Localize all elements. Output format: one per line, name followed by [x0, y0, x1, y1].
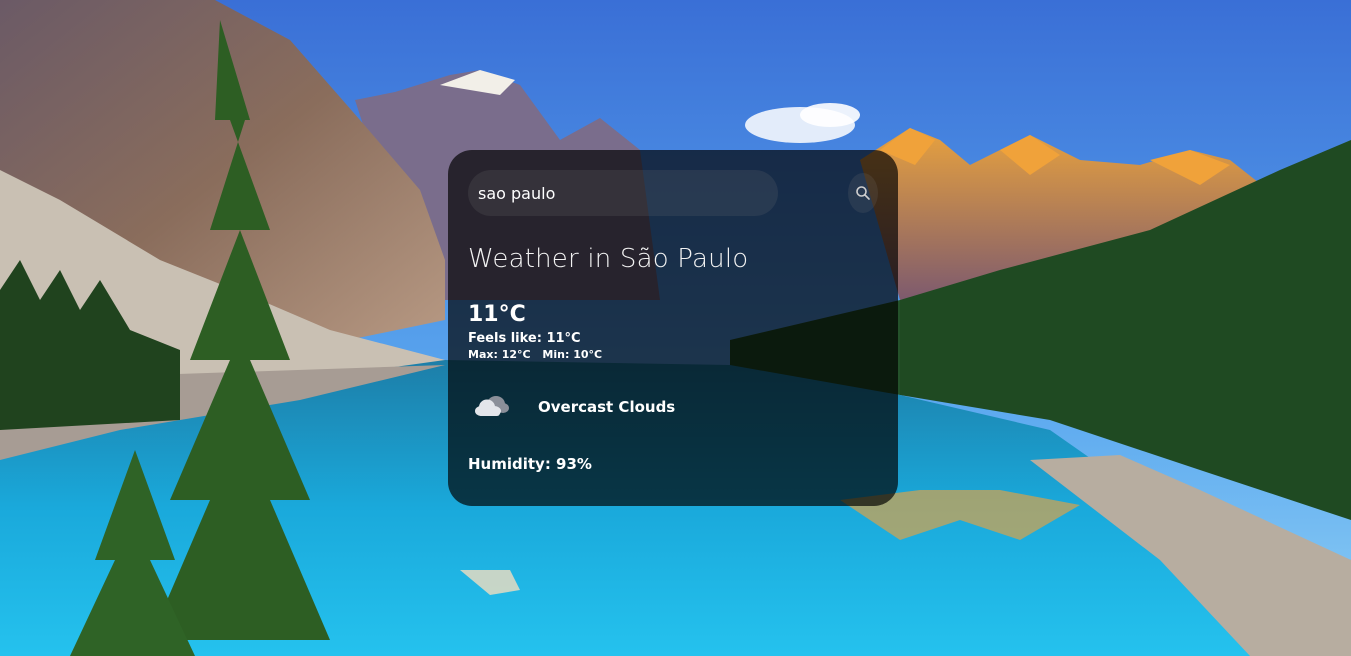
- max-temperature: Max: 12°C: [468, 348, 531, 361]
- search-bar: [468, 170, 878, 216]
- search-input[interactable]: [468, 170, 778, 216]
- search-icon: [856, 186, 870, 200]
- search-button[interactable]: [848, 173, 878, 213]
- temperature: 11°C: [468, 302, 526, 327]
- weather-card: Weather in São Paulo 11°C Feels like: 11…: [448, 150, 898, 506]
- feels-like: Feels like: 11°C: [468, 331, 581, 346]
- min-temperature: Min: 10°C: [542, 348, 603, 361]
- weather-description: Overcast Clouds: [538, 398, 676, 416]
- min-max: Max: 12°C Min: 10°C: [468, 348, 878, 361]
- humidity: Humidity: 93%: [468, 455, 592, 473]
- weather-description-row: Overcast Clouds: [468, 385, 878, 429]
- city-heading: Weather in São Paulo: [468, 244, 749, 274]
- overcast-clouds-icon: [475, 396, 509, 416]
